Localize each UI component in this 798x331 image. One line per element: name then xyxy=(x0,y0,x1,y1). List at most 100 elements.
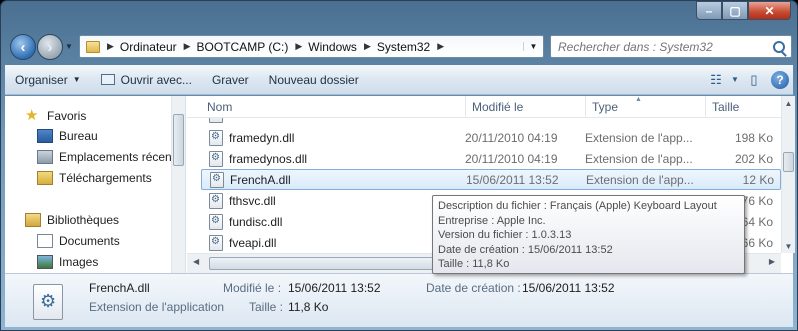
table-row[interactable] xyxy=(201,118,781,125)
details-modified-label: Modifié le : xyxy=(223,281,282,295)
column-header-size[interactable]: Taille xyxy=(705,96,781,118)
table-row-selected[interactable]: FrenchA.dll 15/06/2011 13:52 Extension d… xyxy=(201,169,781,190)
scrollbar-thumb[interactable] xyxy=(173,114,184,166)
scroll-right-icon[interactable]: ▶ xyxy=(769,257,775,266)
file-type: Extension de l'app... xyxy=(585,130,693,145)
navigation-bar: ‹ › ▼ ▶ Ordinateur ▶ BOOTCAMP (C:) ▶ Win… xyxy=(1,31,797,63)
file-modified: 20/11/2010 04:19 xyxy=(465,151,558,166)
help-button[interactable]: ? xyxy=(767,69,793,91)
recent-places-icon xyxy=(37,150,53,164)
chevron-right-icon[interactable]: ▶ xyxy=(295,41,302,52)
organize-button[interactable]: Organiser ▼ xyxy=(5,69,91,91)
sidebar-item-recent-places[interactable]: Emplacements récents xyxy=(37,147,171,167)
file-name-cell: framedynos.dll xyxy=(209,150,308,167)
sidebar-item-label: Téléchargements xyxy=(59,171,152,185)
breadcrumb-item[interactable]: BOOTCAMP (C:) xyxy=(197,40,289,54)
preview-pane-icon[interactable]: ▯ xyxy=(741,69,767,91)
dll-file-icon xyxy=(210,171,224,188)
address-bar[interactable]: ▶ Ordinateur ▶ BOOTCAMP (C:) ▶ Windows ▶… xyxy=(79,35,544,58)
file-size: 198 Ko xyxy=(734,130,773,145)
table-row[interactable]: framedyn.dll 20/11/2010 04:19 Extension … xyxy=(201,127,781,148)
breadcrumb-item[interactable]: Ordinateur xyxy=(120,40,177,54)
sidebar-item-label: Bureau xyxy=(59,129,98,143)
table-row[interactable]: framedynos.dll 20/11/2010 04:19 Extensio… xyxy=(201,148,781,169)
documents-icon xyxy=(37,234,53,248)
sidebar-item-documents[interactable]: Documents xyxy=(37,231,120,251)
dll-file-icon xyxy=(209,192,223,209)
search-box[interactable] xyxy=(550,35,792,58)
navigation-pane: ★ Favoris Bureau Emplacements récents Té… xyxy=(5,96,186,273)
chevron-right-icon[interactable]: ▶ xyxy=(184,41,191,52)
sidebar-item-favorites[interactable]: ★ Favoris xyxy=(25,106,86,126)
back-arrow-icon: ‹ xyxy=(20,38,26,56)
burn-button[interactable]: Graver xyxy=(202,69,259,91)
file-name: FrenchA.dll xyxy=(230,172,291,187)
breadcrumb: ▶ Ordinateur ▶ BOOTCAMP (C:) ▶ Windows ▶… xyxy=(100,40,450,54)
forward-arrow-icon: › xyxy=(47,38,53,56)
navigation-pane-scrollbar[interactable] xyxy=(171,96,185,273)
new-folder-label: Nouveau dossier xyxy=(268,72,359,87)
back-button[interactable]: ‹ xyxy=(10,34,36,60)
file-name: framedynos.dll xyxy=(229,151,308,166)
dll-file-icon xyxy=(33,284,63,320)
address-dropdown-button[interactable]: ▼ xyxy=(523,42,543,51)
scroll-left-icon[interactable]: ◀ xyxy=(193,257,199,266)
dll-file-icon xyxy=(209,118,223,123)
explorer-window: – ▢ ✕ ‹ › ▼ ▶ Ordinateur ▶ BOOTCAMP (C:)… xyxy=(0,0,798,331)
minimize-button[interactable]: – xyxy=(696,1,722,20)
command-bar: Organiser ▼ Ouvrir avec... Graver Nouvea… xyxy=(5,65,793,95)
sidebar-item-desktop[interactable]: Bureau xyxy=(37,126,98,146)
dll-file-icon xyxy=(209,150,223,167)
downloads-icon xyxy=(37,171,53,185)
breadcrumb-item[interactable]: System32 xyxy=(377,40,430,54)
search-input[interactable] xyxy=(558,39,768,54)
new-folder-button[interactable]: Nouveau dossier xyxy=(259,69,369,91)
column-header-modified[interactable]: Modifié le xyxy=(465,96,585,118)
details-size-label: Taille : xyxy=(249,300,284,314)
search-icon[interactable] xyxy=(773,40,785,53)
forward-button[interactable]: › xyxy=(37,34,63,60)
column-header-name[interactable]: Nom xyxy=(201,96,465,118)
tooltip-company: Entreprise : Apple Inc. xyxy=(438,214,546,227)
open-with-button[interactable]: Ouvrir avec... xyxy=(91,69,202,91)
dll-file-icon xyxy=(209,234,223,251)
file-name-cell: framedyn.dll xyxy=(209,129,295,146)
file-size: 12 Ko xyxy=(742,172,774,187)
chevron-right-icon[interactable]: ▶ xyxy=(437,41,444,52)
sidebar-item-label: Emplacements récents xyxy=(59,150,171,164)
folder-icon xyxy=(86,40,100,53)
file-size: 202 Ko xyxy=(734,151,773,166)
sidebar-item-downloads[interactable]: Téléchargements xyxy=(37,168,152,188)
file-name: framedyn.dll xyxy=(229,130,295,145)
details-modified-value: 15/06/2011 13:52 xyxy=(288,281,381,295)
chevron-right-icon[interactable]: ▶ xyxy=(364,41,371,52)
change-view-icon[interactable]: ☷ xyxy=(703,69,729,91)
vertical-scrollbar[interactable]: ▲ ▼ xyxy=(781,96,795,253)
scroll-up-icon[interactable]: ▲ xyxy=(782,96,795,110)
application-icon xyxy=(100,74,115,85)
file-name: fthsvc.dll xyxy=(229,193,276,208)
column-header-type[interactable]: Type xyxy=(585,96,705,118)
view-options-dropdown-icon[interactable]: ▼ xyxy=(729,69,741,91)
file-name: fveapi.dll xyxy=(229,235,277,250)
sidebar-item-label: Images xyxy=(59,255,99,269)
maximize-button[interactable]: ▢ xyxy=(722,1,748,20)
view-controls: ☷ ▼ ▯ ? xyxy=(703,69,793,91)
scroll-down-icon[interactable]: ▼ xyxy=(782,239,795,253)
file-modified: 20/11/2010 04:19 xyxy=(465,130,558,145)
organize-label: Organiser xyxy=(15,72,68,87)
sidebar-item-libraries[interactable]: Bibliothèques xyxy=(25,210,119,230)
scrollbar-thumb[interactable] xyxy=(783,152,794,172)
sidebar-item-label: Bibliothèques xyxy=(47,213,120,227)
chevron-right-icon[interactable]: ▶ xyxy=(107,41,114,52)
breadcrumb-item[interactable]: Windows xyxy=(308,40,357,54)
recent-pages-dropdown[interactable]: ▼ xyxy=(65,42,73,51)
close-button[interactable]: ✕ xyxy=(748,1,791,20)
details-created-label: Date de création : xyxy=(426,281,521,295)
details-pane: FrenchA.dll Extension de l'application M… xyxy=(5,273,793,327)
file-info-tooltip: Description du fichier : Français (Apple… xyxy=(432,195,745,274)
help-icon: ? xyxy=(771,70,789,89)
details-filetype: Extension de l'application xyxy=(89,300,225,314)
sidebar-item-pictures[interactable]: Images xyxy=(37,252,98,272)
pictures-icon xyxy=(37,255,53,269)
